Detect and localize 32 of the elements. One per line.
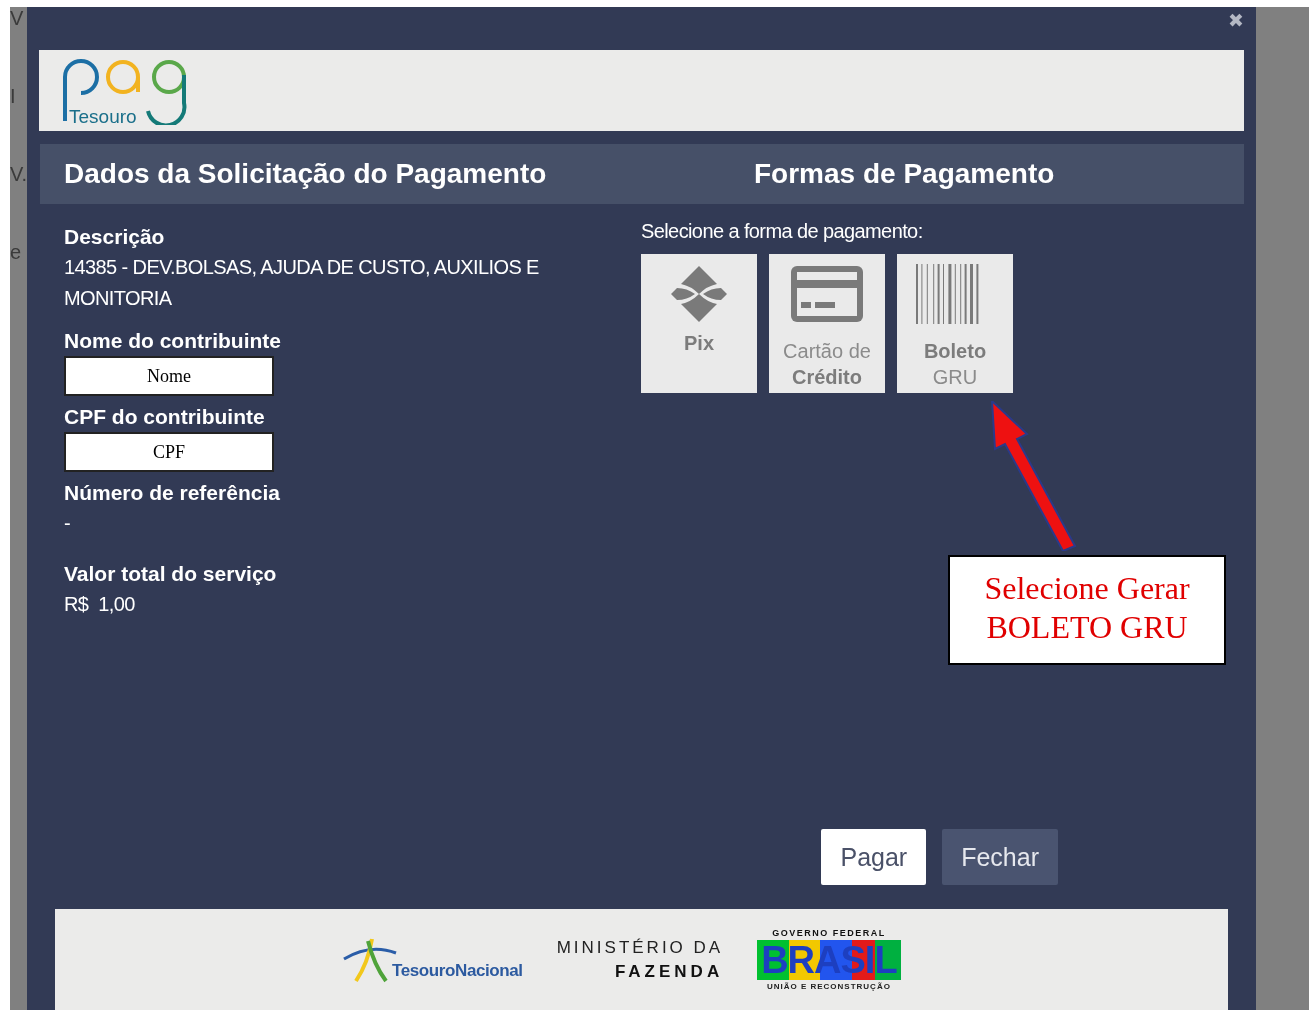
field-value: R$ 1,00 bbox=[64, 592, 136, 617]
payment-prompt: Selecione a forma de pagamento: bbox=[641, 219, 924, 244]
ministry-text: FAZENDA bbox=[614, 961, 724, 982]
page-text-fragment: e bbox=[10, 241, 22, 263]
government-text: UNIÃO E RECONSTRUÇÃO bbox=[766, 982, 891, 991]
annotation-callout: Selecione Gerar BOLETO GRU bbox=[948, 555, 1226, 665]
payment-option[interactable]: Pix bbox=[641, 254, 757, 393]
close-button[interactable]: ✖ bbox=[1228, 7, 1256, 29]
field-value: 14385 - DEV.BOLSAS, AJUDA DE CUSTO, AUXILIOS E MONITORIA bbox=[64, 255, 540, 311]
page-text-fragment: V bbox=[10, 7, 24, 29]
ministry-text: MINISTÉRIO DA bbox=[556, 937, 724, 958]
pay-button[interactable]: Pagar bbox=[821, 829, 927, 885]
field-label: Descrição bbox=[64, 224, 165, 250]
section-title: Formas de Pagamento bbox=[754, 158, 1055, 190]
page-text-fragment: V. bbox=[10, 163, 27, 185]
payment-option[interactable]: Boleto GRU bbox=[897, 254, 1013, 393]
close-dialog-button[interactable]: Fechar bbox=[942, 829, 1058, 885]
field-label: Nome do contribuinte bbox=[64, 328, 281, 354]
field-label: Número de referência bbox=[64, 480, 280, 506]
payment-option[interactable]: Cartão de Crédito bbox=[769, 254, 885, 393]
input-field[interactable]: CPF bbox=[64, 432, 274, 472]
field-value: - bbox=[64, 511, 72, 536]
section-title: Dados da Solicitação do Pagamento bbox=[63, 158, 548, 190]
pag-logo: Tesouro bbox=[61, 54, 193, 127]
input-field[interactable]: Nome bbox=[64, 356, 274, 396]
page-text-fragment: I bbox=[10, 85, 16, 107]
tesouro-nacional-logo: TesouroNacional bbox=[392, 960, 523, 981]
credit-card-icon bbox=[789, 264, 865, 324]
pix-icon bbox=[669, 264, 729, 324]
government-text: GOVERNO FEDERAL bbox=[772, 928, 886, 938]
field-label: CPF do contribuinte bbox=[64, 404, 265, 430]
field-label: Valor total do serviço bbox=[64, 561, 277, 587]
